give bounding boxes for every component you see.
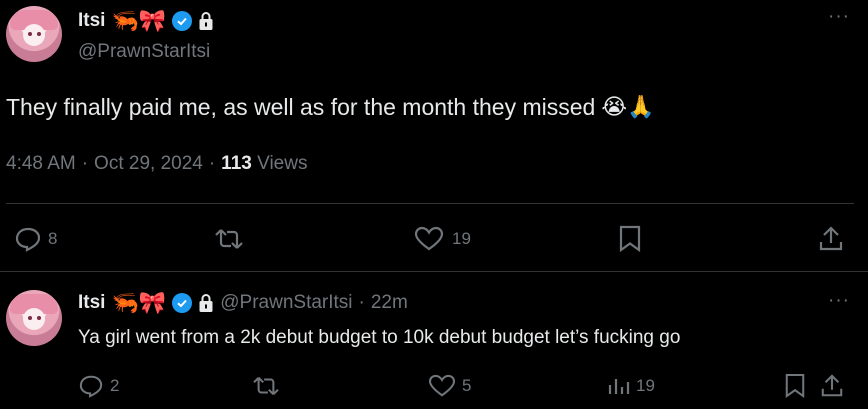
reply-reply-button[interactable]: 2 — [78, 374, 119, 398]
lock-icon — [198, 11, 214, 31]
reply-text: Ya girl went from a 2k debut budget to 1… — [78, 327, 681, 348]
divider — [0, 271, 868, 272]
reply-name-emojis: 🦐🎀 — [111, 290, 167, 316]
reply-button[interactable]: 8 — [14, 226, 57, 252]
bookmark-button[interactable] — [618, 225, 642, 253]
reply-views-count: 19 — [636, 376, 655, 395]
name-emojis: 🦐🎀 — [111, 8, 167, 34]
reply-icon — [14, 226, 42, 252]
like-button[interactable]: 19 — [414, 226, 471, 252]
reply-icon — [78, 374, 104, 398]
reply-author-avatar[interactable] — [6, 290, 62, 346]
tweet-text-row: They finally paid me, as well as for the… — [6, 94, 654, 121]
author-handle[interactable]: @PrawnStarItsi — [78, 41, 210, 63]
reply-age[interactable]: 22m — [371, 292, 408, 314]
reply-like-count: 5 — [462, 376, 472, 395]
reply-more-options-icon[interactable]: ··· — [828, 290, 850, 312]
reply-author-handle[interactable]: @PrawnStarItsi — [220, 292, 352, 314]
verified-badge-icon[interactable] — [172, 293, 193, 313]
retweet-button[interactable] — [214, 226, 244, 252]
author-name[interactable]: Itsi — [78, 10, 105, 32]
tweet-time[interactable]: 4:48 AM — [6, 153, 76, 175]
author-avatar[interactable] — [6, 6, 62, 62]
heart-icon — [414, 226, 444, 252]
reply-reply-count: 2 — [110, 376, 120, 395]
tweet-meta: 4:48 AM · Oct 29, 2024 · 113 Views — [6, 153, 307, 175]
reply-author-name[interactable]: Itsi — [78, 292, 105, 314]
reply-bookmark-button[interactable] — [784, 373, 806, 399]
verified-badge-icon[interactable] — [172, 11, 193, 31]
reply-separator: · — [358, 292, 365, 313]
lock-icon — [198, 293, 214, 313]
tweet-date[interactable]: Oct 29, 2024 — [94, 153, 203, 175]
more-options-icon[interactable]: ··· — [828, 6, 850, 28]
meta-separator: · — [208, 153, 216, 174]
views-label: Views — [257, 153, 308, 174]
views-count: 113 — [221, 153, 252, 174]
reply-header: Itsi 🦐🎀 @PrawnStarItsi · 22m — [78, 290, 408, 316]
meta-separator: · — [81, 153, 89, 174]
heart-icon — [428, 374, 456, 398]
like-count: 19 — [452, 229, 471, 248]
share-button[interactable] — [818, 225, 844, 253]
reply-count: 8 — [48, 229, 58, 248]
reply-views-button[interactable]: 19 — [606, 374, 655, 398]
analytics-icon — [606, 374, 630, 398]
reply-retweet-button[interactable] — [252, 374, 280, 398]
divider — [6, 203, 854, 204]
tweet-emojis: 😭🙏 — [601, 95, 655, 120]
author-name-row: Itsi 🦐🎀 — [78, 8, 214, 34]
tweet-text: They finally paid me, as well as for the… — [6, 94, 596, 120]
reply-like-button[interactable]: 5 — [428, 374, 471, 398]
reply-share-button[interactable] — [820, 373, 844, 399]
